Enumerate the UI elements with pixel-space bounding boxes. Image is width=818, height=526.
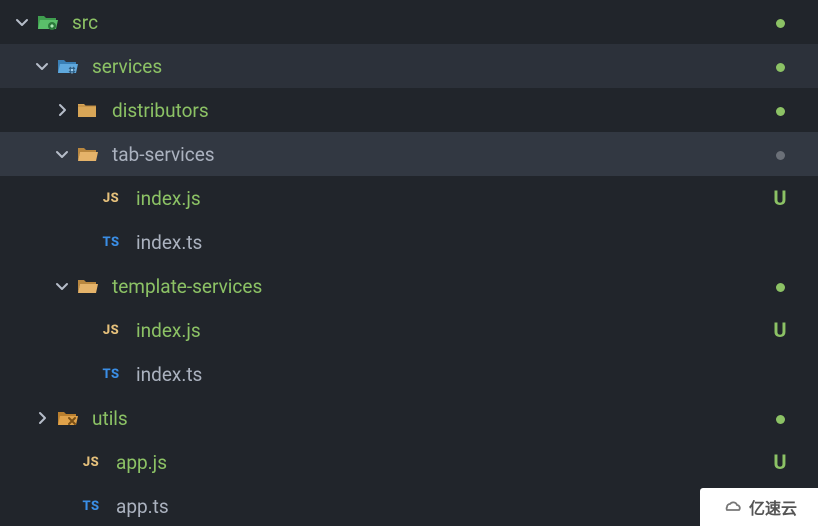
folder-icon xyxy=(74,98,100,122)
folder-services-icon xyxy=(54,54,80,78)
watermark-badge: 亿速云 xyxy=(700,488,818,526)
tree-row-file[interactable]: TS index.ts xyxy=(0,352,818,396)
js-file-icon: JS xyxy=(98,318,124,342)
file-label: index.ts xyxy=(136,231,202,254)
folder-open-icon xyxy=(74,142,100,166)
folder-label: src xyxy=(72,11,98,34)
tree-row-tab-services[interactable]: tab-services xyxy=(0,132,818,176)
folder-utils-icon xyxy=(54,406,80,430)
folder-label: utils xyxy=(92,407,128,430)
chevron-right-icon[interactable] xyxy=(50,98,74,122)
tree-row-src[interactable]: src xyxy=(0,0,818,44)
file-label: app.js xyxy=(116,451,167,474)
tree-row-file[interactable]: JS app.js U xyxy=(0,440,818,484)
folder-open-icon xyxy=(74,274,100,298)
watermark-text: 亿速云 xyxy=(749,495,797,519)
cloud-icon xyxy=(721,497,743,517)
ts-file-icon: TS xyxy=(78,494,104,518)
file-tree: src services distributors tab-services J… xyxy=(0,0,818,526)
folder-label: template-services xyxy=(112,275,262,298)
file-label: index.js xyxy=(136,187,201,210)
folder-label: distributors xyxy=(112,99,209,122)
chevron-down-icon[interactable] xyxy=(30,54,54,78)
ts-file-icon: TS xyxy=(98,230,124,254)
folder-label: tab-services xyxy=(112,143,215,166)
file-label: app.ts xyxy=(116,495,169,518)
vcs-status-indicator xyxy=(770,11,790,34)
file-label: index.js xyxy=(136,319,201,342)
tree-row-file[interactable]: JS index.js U xyxy=(0,176,818,220)
tree-row-file[interactable]: JS index.js U xyxy=(0,308,818,352)
vcs-status-indicator xyxy=(770,275,790,298)
js-file-icon: JS xyxy=(98,186,124,210)
chevron-down-icon[interactable] xyxy=(50,142,74,166)
folder-src-icon xyxy=(34,10,60,34)
tree-row-services[interactable]: services xyxy=(0,44,818,88)
vcs-status-indicator xyxy=(770,143,790,166)
tree-row-file[interactable]: TS index.ts xyxy=(0,220,818,264)
vcs-status-indicator xyxy=(770,55,790,78)
vcs-status-indicator xyxy=(770,99,790,122)
tree-row-template-services[interactable]: template-services xyxy=(0,264,818,308)
vcs-status-untracked: U xyxy=(770,450,790,474)
ts-file-icon: TS xyxy=(98,362,124,386)
js-file-icon: JS xyxy=(78,450,104,474)
file-label: index.ts xyxy=(136,363,202,386)
folder-label: services xyxy=(92,55,162,78)
vcs-status-untracked: U xyxy=(770,186,790,210)
chevron-down-icon[interactable] xyxy=(10,10,34,34)
chevron-right-icon[interactable] xyxy=(30,406,54,430)
tree-row-file[interactable]: TS app.ts xyxy=(0,484,818,526)
chevron-down-icon[interactable] xyxy=(50,274,74,298)
tree-row-distributors[interactable]: distributors xyxy=(0,88,818,132)
vcs-status-untracked: U xyxy=(770,318,790,342)
tree-row-utils[interactable]: utils xyxy=(0,396,818,440)
vcs-status-indicator xyxy=(770,407,790,430)
